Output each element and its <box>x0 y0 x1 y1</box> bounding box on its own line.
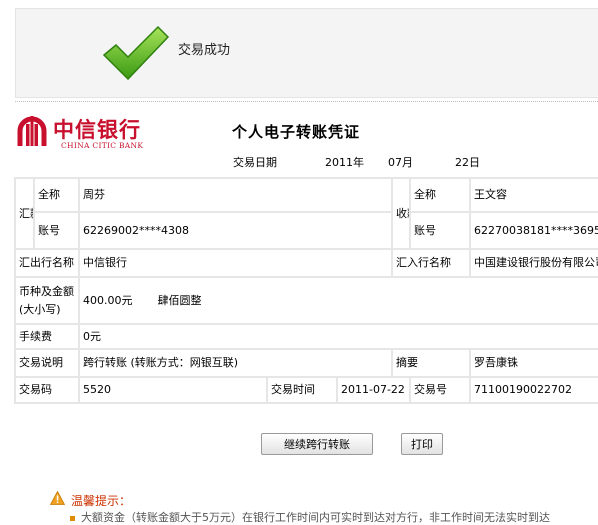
amount-uppercase: 肆佰圆整 <box>157 293 202 307</box>
payer-account: 62269002****4308 <box>78 211 393 250</box>
tips-line: 大额资金（转账金额大于5万元）在银行工作时间内可实时到达对方行，非工作时间无法实… <box>70 509 550 525</box>
warning-icon <box>50 491 65 505</box>
out-bank-value: 中信银行 <box>78 248 393 278</box>
fee-label: 手续费 <box>14 323 80 350</box>
payer-name-label: 全称 <box>33 177 80 213</box>
print-button[interactable]: 打印 <box>401 433 443 455</box>
amount-label: 币种及金额 (大小写) <box>14 276 80 325</box>
tx-time-value: 2011-07-22 <box>336 376 411 404</box>
summary-value: 罗吾康铢 <box>469 348 598 378</box>
tx-code-value: 5520 <box>78 376 268 404</box>
description-label: 交易说明 <box>14 348 80 378</box>
tips-title: 温馨提示： <box>71 494 132 508</box>
checkmark-icon <box>102 25 170 81</box>
date-label: 交易日期 <box>233 156 277 169</box>
tx-no-value: 71100190022702 <box>469 376 598 404</box>
payee-name: 王文容 <box>469 177 598 213</box>
bank-name-en: CHINA CITIC BANK <box>61 141 144 150</box>
payee-account: 62270038181****3695 <box>469 211 598 250</box>
tx-no-label: 交易号 <box>409 376 471 404</box>
continue-transfer-button[interactable]: 继续跨行转账 <box>261 433 373 455</box>
voucher-title: 个人电子转账凭证 <box>232 123 361 141</box>
bank-logo: 中信银行 CHINA CITIC BANK <box>15 114 160 154</box>
payee-name-label: 全称 <box>409 177 471 213</box>
bank-name-cn: 中信银行 <box>53 118 141 142</box>
voucher-table: 汇款人 全称 周芬 收款人 全称 王文容 账号 62269002****4308… <box>14 177 598 404</box>
date-month: 07月 <box>388 156 413 169</box>
divider <box>15 101 598 102</box>
in-bank-label: 汇入行名称 <box>391 248 471 278</box>
success-banner: 交易成功 <box>15 8 598 98</box>
in-bank-value: 中国建设银行股份有限公司总行 <box>469 248 598 278</box>
date-day: 22日 <box>455 156 480 169</box>
bullet-icon <box>70 515 75 521</box>
success-message: 交易成功 <box>178 43 231 58</box>
summary-label: 摘要 <box>391 348 471 378</box>
tx-time-label: 交易时间 <box>266 376 338 404</box>
citic-logo-icon <box>17 116 47 146</box>
payer-group-label: 汇款人 <box>14 177 35 250</box>
fee-value: 0元 <box>78 323 598 350</box>
amount-cell: 400.00元 肆佰圆整 <box>78 276 598 325</box>
payee-group-label: 收款人 <box>391 177 411 250</box>
description-value: 跨行转账 (转账方式：网银互联) <box>78 348 393 378</box>
tx-code-label: 交易码 <box>14 376 80 404</box>
payee-account-label: 账号 <box>409 211 471 250</box>
amount-value: 400.00元 <box>83 293 133 307</box>
date-year: 2011年 <box>325 156 364 169</box>
payer-account-label: 账号 <box>33 211 80 250</box>
payer-name: 周芬 <box>78 177 393 213</box>
out-bank-label: 汇出行名称 <box>14 248 80 278</box>
